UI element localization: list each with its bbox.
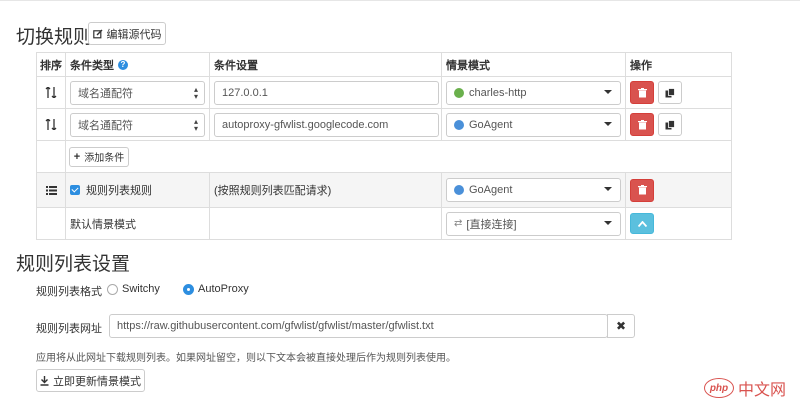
updown-arrow-icon: ▴ ▾ (193, 116, 198, 133)
chevron-down-icon (604, 220, 612, 225)
swap-icon: ⇄ (454, 218, 463, 229)
switch-rules-table: 排序 条件类型 ? 条件设置 情景模式 操作 域名通配符 ▴ ▾ 127.0.0.… (36, 52, 732, 240)
chevron-down-icon (604, 121, 612, 126)
rule-list-row: 规则列表规则 (按照规则列表匹配请求) GoAgent (37, 173, 731, 208)
add-condition-button[interactable]: + 添加条件 (69, 146, 129, 167)
condition-type-select[interactable]: 域名通配符 ▴ ▾ (70, 112, 205, 137)
update-now-button[interactable]: 立即更新情景模式 (36, 369, 145, 392)
edit-source-label: 编辑源代码 (106, 28, 162, 41)
rule-list-url-input[interactable]: https://raw.githubusercontent.com/gfwlis… (109, 314, 608, 338)
switch-rules-title: 切换规则 (16, 27, 93, 48)
sort-handle-icon[interactable] (37, 109, 65, 140)
delete-button[interactable] (630, 113, 654, 136)
default-profile-row: 默认情景模式 ⇄ [直接连接] (37, 208, 731, 239)
header-profile: 情景模式 (441, 53, 625, 76)
plus-icon: + (73, 150, 81, 163)
top-divider (0, 0, 800, 5)
edit-source-button[interactable]: 编辑源代码 (88, 22, 166, 45)
rule-list-profile-select[interactable]: GoAgent (446, 178, 621, 202)
table-row: 域名通配符 ▴ ▾ autoproxy-gfwlist.googlecode.co… (37, 109, 731, 141)
add-condition-row: + 添加条件 (37, 141, 731, 173)
copy-button[interactable] (658, 113, 682, 136)
ruleset-settings-title: 规则列表设置 (16, 254, 131, 275)
format-option-autoproxy[interactable]: AutoProxy (183, 283, 249, 295)
radio-switchy[interactable] (107, 283, 118, 295)
format-option-switchy[interactable]: Switchy (107, 283, 160, 295)
globe-icon (454, 185, 464, 195)
header-order: 排序 (40, 59, 62, 72)
download-icon (40, 375, 49, 386)
rule-list-label: 规则列表规则 (86, 185, 152, 197)
rule-list-checkbox[interactable] (70, 185, 80, 195)
collapse-button[interactable] (630, 213, 654, 234)
default-profile-select[interactable]: ⇄ [直接连接] (446, 211, 621, 236)
header-condition-setting: 条件设置 (209, 53, 441, 76)
header-actions: 操作 (625, 53, 733, 76)
header-condition-type: 条件类型 ? (65, 53, 209, 76)
url-label: 规则列表网址 (36, 323, 102, 335)
clear-url-button[interactable]: ✖ (607, 314, 635, 338)
chevron-down-icon (604, 89, 612, 94)
sort-handle-icon[interactable] (37, 77, 65, 108)
table-row: 域名通配符 ▴ ▾ 127.0.0.1 charles-http (37, 77, 731, 109)
radio-autoproxy[interactable] (183, 283, 194, 295)
edit-icon (92, 29, 103, 39)
condition-value-input[interactable]: 127.0.0.1 (214, 80, 439, 105)
profile-select[interactable]: GoAgent (446, 112, 621, 137)
help-icon[interactable]: ? (118, 59, 128, 70)
updown-arrow-icon: ▴ ▾ (193, 84, 198, 101)
chevron-down-icon (604, 187, 612, 191)
url-hint: 应用将从此网址下载规则列表。如果网址留空，则以下文本会被直接处理后作为规则列表使… (36, 353, 456, 364)
condition-type-select[interactable]: 域名通配符 ▴ ▾ (70, 80, 205, 105)
profile-select[interactable]: charles-http (446, 80, 621, 105)
php-watermark: php 中文网 (703, 376, 786, 400)
format-label: 规则列表格式 (36, 286, 102, 298)
php-logo: php (703, 378, 734, 398)
delete-button[interactable] (630, 81, 654, 104)
close-icon: ✖ (615, 319, 627, 333)
default-profile-label: 默认情景模式 (65, 208, 209, 239)
delete-button[interactable] (630, 178, 654, 202)
globe-icon (454, 87, 464, 98)
list-icon (37, 173, 65, 207)
php-watermark-text: 中文网 (737, 382, 786, 399)
rule-list-setting: (按照规则列表匹配请求) (209, 173, 441, 207)
table-header: 排序 条件类型 ? 条件设置 情景模式 操作 (37, 53, 731, 77)
copy-button[interactable] (658, 81, 682, 104)
globe-icon (454, 119, 464, 130)
condition-value-input[interactable]: autoproxy-gfwlist.googlecode.com (214, 112, 439, 137)
